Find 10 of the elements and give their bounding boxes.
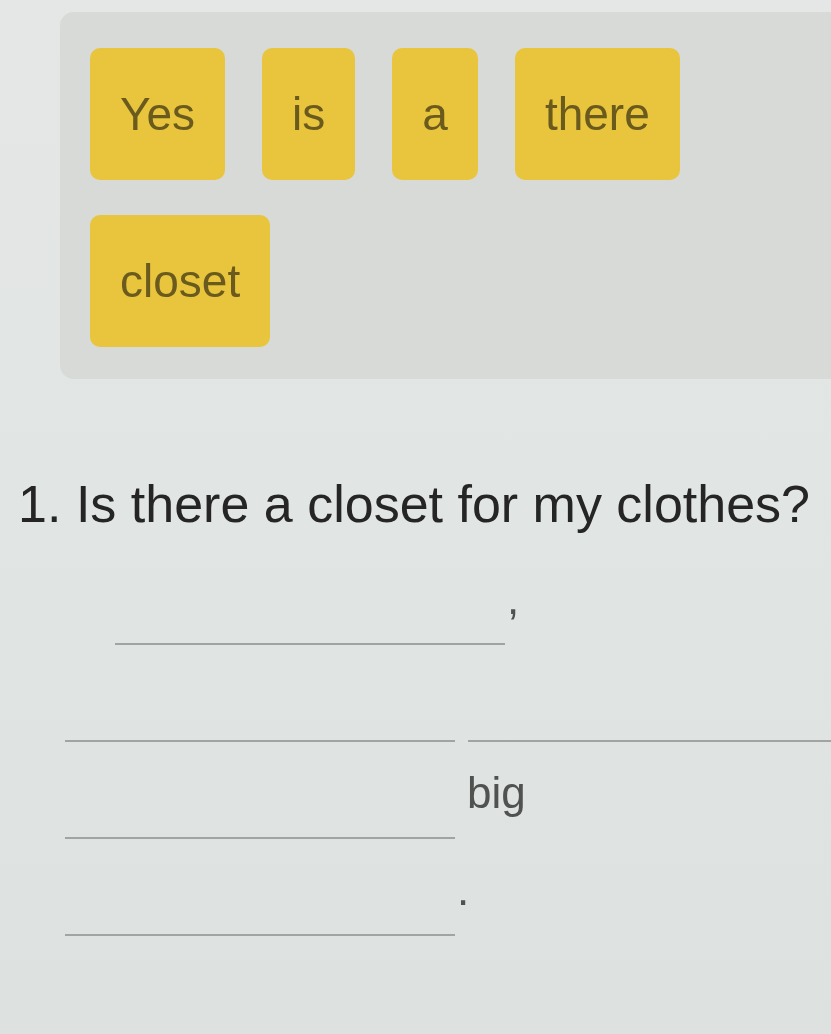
question-text: Is there a closet for my clothes? [75, 475, 810, 533]
word-tile[interactable]: closet [90, 215, 271, 347]
word-tile[interactable]: a [392, 48, 478, 180]
word-tile[interactable]: there [514, 48, 680, 180]
punctuation-mark: . [457, 868, 470, 912]
word-tile[interactable]: Yes [90, 48, 226, 180]
punctuation-mark: , [507, 577, 520, 621]
question-number: 1. [18, 475, 62, 533]
word-tile[interactable]: is [262, 48, 356, 180]
answer-word: big [467, 771, 526, 815]
